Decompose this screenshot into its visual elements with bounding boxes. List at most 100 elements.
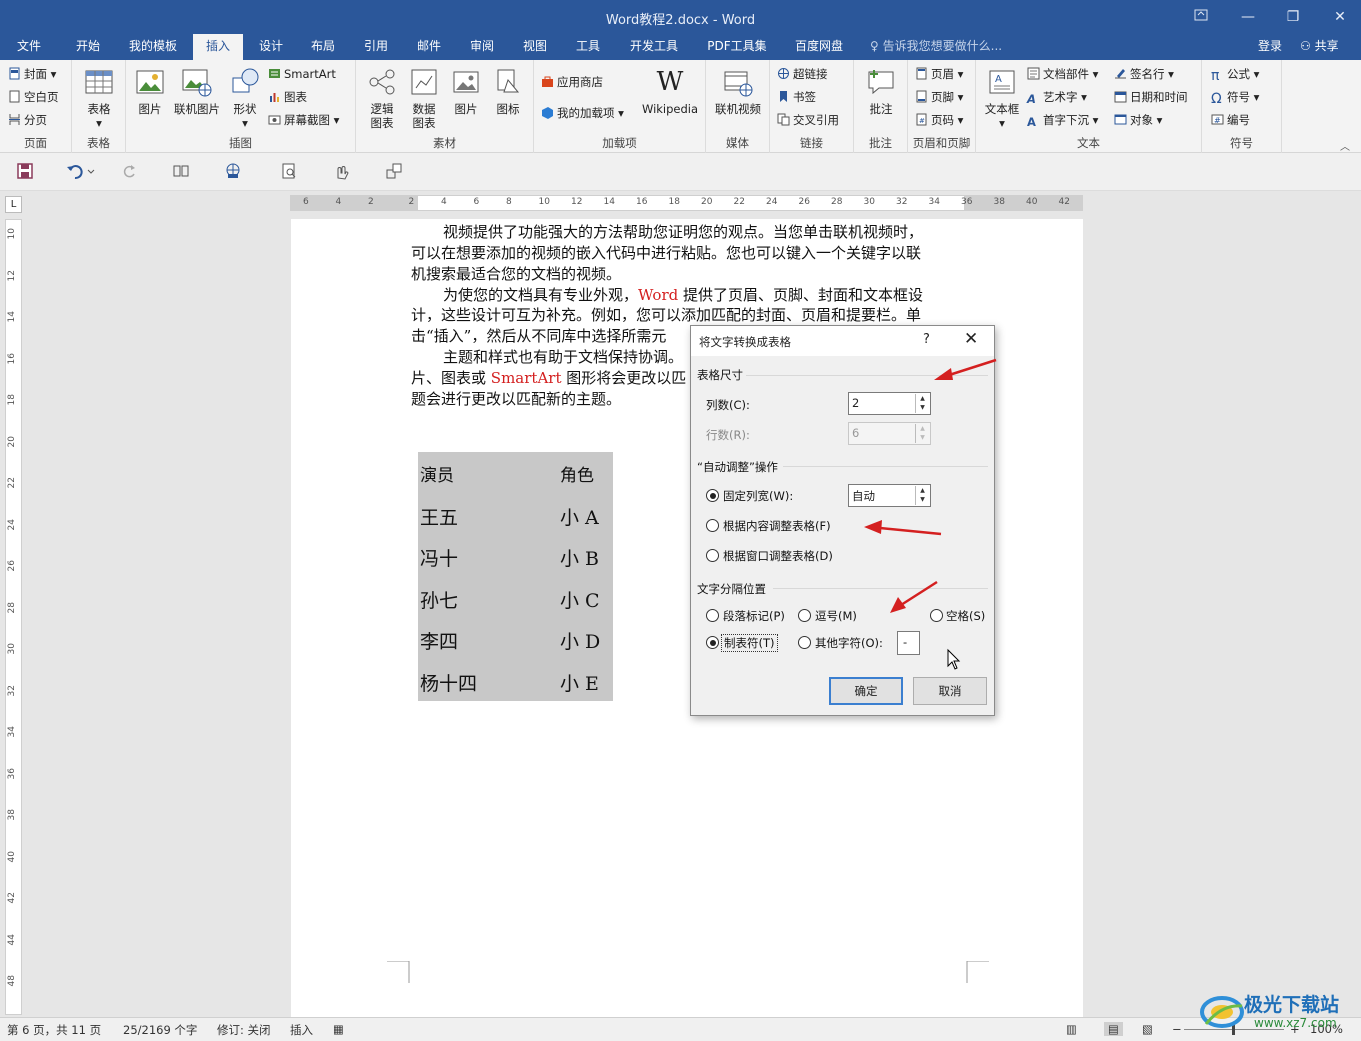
page-count[interactable]: 第 6 页，共 11 页 — [7, 1022, 101, 1038]
online-video-button[interactable]: 联机视频 — [712, 66, 764, 116]
data-chart-button[interactable]: 数据 图表 — [406, 66, 442, 130]
fit-content-radio[interactable] — [706, 519, 719, 532]
symbol-button[interactable]: Ω 符号 ▾ — [1211, 87, 1259, 107]
blank-page-button[interactable]: 空白页 — [8, 87, 59, 107]
equation-button[interactable]: π 公式 ▾ — [1211, 64, 1259, 84]
tab-tools[interactable]: 工具 — [565, 34, 611, 60]
zoom-out-icon[interactable]: − — [1172, 1022, 1182, 1036]
other-char-radio[interactable] — [798, 636, 811, 649]
other-char-input[interactable]: - — [897, 631, 920, 655]
ruler-label: 24 — [7, 518, 17, 530]
smartart-button[interactable]: SmartArt — [268, 64, 336, 84]
close-icon[interactable]: ✕ — [1325, 6, 1355, 28]
touch-mode-icon[interactable] — [332, 162, 352, 182]
tab-design[interactable]: 设计 — [248, 34, 294, 60]
tab-developer[interactable]: 开发工具 — [621, 34, 687, 60]
minimize-icon[interactable]: — — [1233, 6, 1263, 28]
undo-icon[interactable] — [66, 162, 98, 182]
ruler-label: 4 — [335, 197, 342, 207]
space-radio[interactable] — [930, 609, 943, 622]
web-layout-icon[interactable] — [224, 162, 244, 182]
quick-parts-button[interactable]: 文档部件 ▾ — [1027, 64, 1098, 84]
cancel-button[interactable]: 取消 — [913, 677, 987, 705]
my-addins-button[interactable]: 我的加载项 ▾ — [541, 103, 624, 123]
dialog-close-button[interactable]: ✕ — [964, 329, 978, 349]
tab-view[interactable]: 视图 — [512, 34, 558, 60]
maximize-icon[interactable]: ❐ — [1278, 6, 1308, 28]
page-number-button[interactable]: # 页码 ▾ — [915, 110, 963, 130]
tab-file[interactable]: 文件 — [6, 34, 52, 60]
print-preview-icon[interactable] — [280, 162, 300, 182]
tab-insert[interactable]: 插入 — [193, 34, 243, 60]
icon-button[interactable]: 图标 — [490, 66, 526, 116]
tab-my-templates[interactable]: 我的模板 — [120, 34, 186, 60]
comma-radio[interactable] — [798, 609, 811, 622]
shapes-button[interactable]: 形状 ▾ — [227, 66, 263, 130]
print-layout-view-icon[interactable]: ▤ — [1104, 1022, 1123, 1036]
logic-chart-button[interactable]: 逻辑 图表 — [364, 66, 400, 130]
table-button[interactable]: 表格 ▾ — [81, 66, 117, 130]
hyperlink-button[interactable]: 超链接 — [777, 64, 828, 84]
header-button[interactable]: 页眉 ▾ — [915, 64, 963, 84]
comment-button[interactable]: 批注 — [863, 66, 899, 116]
save-icon[interactable] — [16, 162, 36, 182]
spinner-arrows[interactable]: ▲ ▼ — [915, 394, 929, 413]
fixed-width-radio[interactable] — [706, 489, 719, 502]
material-picture-button[interactable]: 图片 — [448, 66, 484, 116]
macro-record-icon[interactable]: ▦ — [333, 1022, 344, 1036]
numbering-button[interactable]: # 编号 — [1211, 110, 1250, 130]
read-mode-icon[interactable] — [172, 162, 192, 182]
ribbon-display-icon[interactable] — [1186, 6, 1216, 28]
signature-line-button[interactable]: 签名行 ▾ — [1114, 64, 1174, 84]
screenshot-button[interactable]: 屏幕截图 ▾ — [268, 110, 339, 130]
online-picture-button[interactable]: 联机图片 — [171, 66, 223, 116]
tab-pdf-tools[interactable]: PDF工具集 — [700, 34, 774, 60]
cross-reference-button[interactable]: 交叉引用 — [777, 110, 839, 130]
object-button[interactable]: 对象 ▾ — [1114, 110, 1162, 130]
word-count[interactable]: 25/2169 个字 — [123, 1022, 197, 1038]
textbox-icon: A — [986, 66, 1018, 98]
vertical-ruler[interactable]: 10 12 14 16 18 20 22 24 26 28 30 32 34 36 38 40 42 44 48 — [5, 219, 22, 1015]
insert-mode[interactable]: 插入 — [290, 1022, 313, 1038]
read-mode-view-icon[interactable]: ▥ — [1066, 1022, 1077, 1036]
paragraph-mark-label: 段落标记(P) — [723, 609, 785, 623]
store-button[interactable]: 应用商店 — [541, 72, 603, 92]
textbox-button[interactable]: A 文本框 ▾ — [982, 66, 1022, 130]
cover-page-button[interactable]: 封面 ▾ — [8, 64, 56, 84]
sign-in-link[interactable]: 登录 — [1258, 34, 1282, 58]
other-char-label: 其他字符(O): — [815, 636, 883, 650]
tell-me-box[interactable]: ♀ 告诉我您想要做什么... — [870, 34, 1002, 58]
tab-references[interactable]: 引用 — [353, 34, 399, 60]
date-time-button[interactable]: 日期和时间 — [1114, 87, 1188, 107]
footer-button[interactable]: 页脚 ▾ — [915, 87, 963, 107]
help-button[interactable]: ? — [923, 332, 930, 347]
chart-button[interactable]: 图表 — [268, 87, 307, 107]
tab-char-radio[interactable] — [706, 636, 719, 649]
collapse-ribbon-icon[interactable]: ︿ — [1340, 138, 1350, 153]
tab-layout[interactable]: 布局 — [300, 34, 346, 60]
tab-mailings[interactable]: 邮件 — [406, 34, 452, 60]
fixed-width-spinner[interactable]: 自动 ▲ ▼ — [848, 484, 931, 507]
wordart-button[interactable]: A 艺术字 ▾ — [1027, 87, 1087, 107]
web-view-icon[interactable]: ▧ — [1142, 1022, 1153, 1036]
drop-cap-button[interactable]: A 首字下沉 ▾ — [1027, 110, 1098, 130]
spinner-arrows[interactable]: ▲ ▼ — [915, 486, 929, 505]
tab-home[interactable]: 开始 — [64, 34, 112, 60]
page-break-button[interactable]: 分页 — [8, 110, 47, 130]
tab-selector[interactable]: L — [5, 196, 22, 213]
horizontal-ruler[interactable]: 6 4 2 2 4 6 8 10 12 14 16 18 20 22 24 26 28 30 32 34 36 38 40 4… — [290, 195, 1083, 211]
track-changes-status[interactable]: 修订: 关闭 — [217, 1022, 271, 1038]
ok-button[interactable]: 确定 — [829, 677, 903, 705]
bookmark-button[interactable]: 书签 — [777, 87, 816, 107]
redo-icon[interactable] — [120, 162, 140, 182]
columns-spinner[interactable]: 2 ▲ ▼ — [848, 392, 931, 415]
share-button[interactable]: ⚇ 共享 — [1296, 34, 1339, 60]
fit-window-radio[interactable] — [706, 549, 719, 562]
wikipedia-button[interactable]: W Wikipedia — [638, 66, 702, 116]
picture-button[interactable]: 图片 — [132, 66, 168, 116]
customize-icon[interactable] — [385, 162, 405, 182]
paragraph-mark-radio[interactable] — [706, 609, 719, 622]
selected-text-block[interactable]: 演员 角色 王五 小 A 冯十 小 B 孙七 小 C 李四 小 D 杨十四 小 E — [418, 452, 613, 701]
tab-review[interactable]: 审阅 — [459, 34, 505, 60]
tab-baidu-netdisk[interactable]: 百度网盘 — [786, 34, 852, 60]
